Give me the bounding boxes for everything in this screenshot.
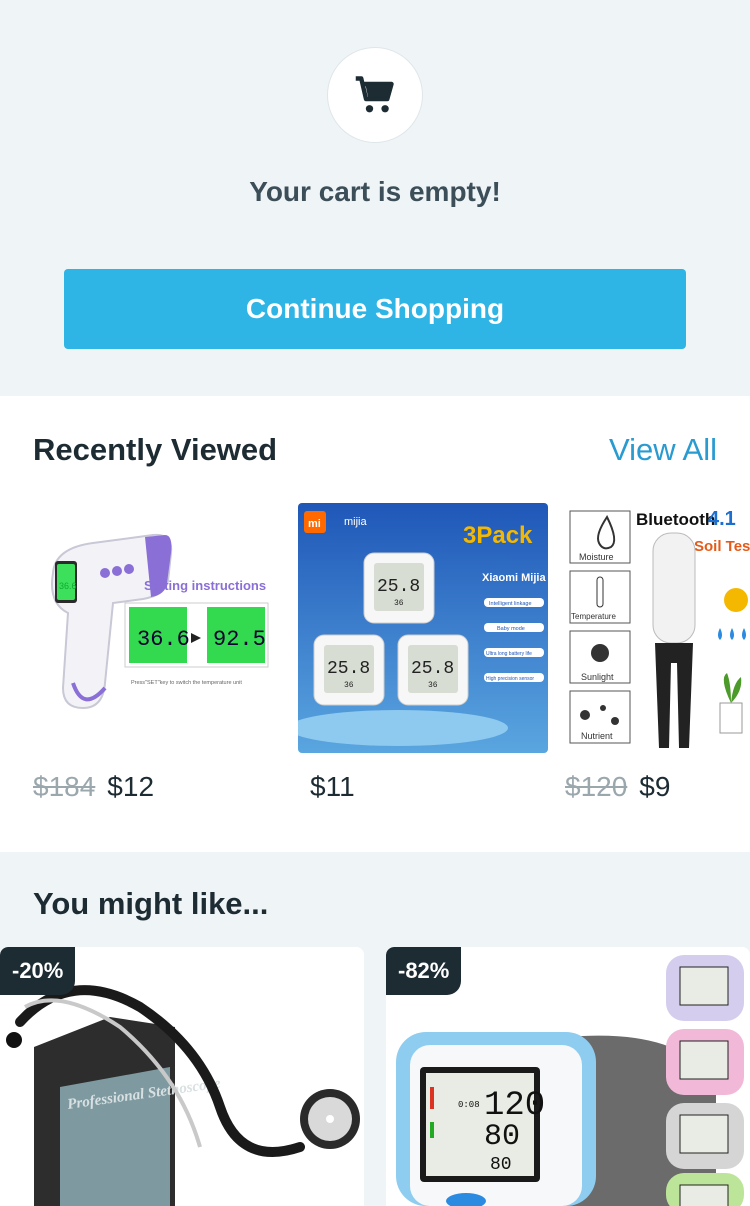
feature-pill: Ultra long battery life bbox=[486, 651, 532, 657]
original-price: $120 bbox=[565, 771, 628, 802]
empty-cart-section: Your cart is empty! Continue Shopping bbox=[0, 0, 750, 396]
hygrometer-humidity: 36 bbox=[428, 681, 438, 690]
bp-pulse-value: 80 bbox=[490, 1155, 512, 1175]
hygrometer-reading: 25.8 bbox=[411, 659, 454, 679]
recently-viewed-item[interactable]: 36.6 Setting instructions 36.6 92.5 Pres… bbox=[33, 503, 283, 802]
discount-badge: -82% bbox=[386, 947, 462, 995]
thermometer-footnote: Press"SET"key to switch the temperature … bbox=[131, 680, 242, 686]
sale-price: $11 bbox=[310, 771, 355, 802]
thermometer-reading-1: 36.6 bbox=[137, 627, 190, 652]
soil-label: Nutrient bbox=[581, 731, 613, 741]
thermometer-screen-text: 36.6 bbox=[59, 581, 77, 591]
hygrometer-reading: 25.8 bbox=[377, 577, 420, 597]
thermometer-reading-2: 92.5 bbox=[213, 627, 266, 652]
hygrometer-humidity: 36 bbox=[394, 599, 404, 608]
hygrometer-reading: 25.8 bbox=[327, 659, 370, 679]
recently-viewed-section: Recently Viewed View All 36.6 Setting in… bbox=[0, 396, 750, 852]
sale-price: $9 bbox=[639, 771, 671, 802]
hygrometer-humidity: 36 bbox=[344, 681, 354, 690]
feature-pill: Intelligent linkage bbox=[489, 601, 532, 607]
pack-badge: 3Pack bbox=[463, 522, 533, 549]
feature-pill: High precision sensor bbox=[486, 676, 534, 682]
thermometer-heading: Setting instructions bbox=[144, 578, 266, 593]
view-all-link[interactable]: View All bbox=[609, 432, 717, 468]
discount-badge: -20% bbox=[0, 947, 76, 995]
price-row: $11 bbox=[298, 771, 355, 803]
svg-text:mi: mi bbox=[308, 518, 321, 530]
recently-viewed-item[interactable]: Moisture Temperature Sunlight Nutrient B… bbox=[565, 503, 750, 802]
soil-version: 4.1 bbox=[708, 508, 736, 530]
soil-tester-product-image[interactable]: Moisture Temperature Sunlight Nutrient B… bbox=[565, 503, 750, 753]
price-row: $184 $12 bbox=[33, 771, 154, 803]
you-might-like-title: You might like... bbox=[33, 886, 269, 921]
soil-label: Sunlight bbox=[581, 672, 614, 682]
continue-shopping-button[interactable]: Continue Shopping bbox=[64, 269, 686, 349]
empty-cart-title: Your cart is empty! bbox=[249, 176, 501, 207]
product-card[interactable]: -20% Professional Stethoscope bbox=[0, 947, 364, 1206]
soil-heading: Bluetooth bbox=[636, 510, 715, 529]
recently-viewed-title: Recently Viewed bbox=[33, 432, 278, 467]
sale-price: $12 bbox=[107, 771, 155, 802]
feature-pill: Baby mode bbox=[497, 626, 525, 632]
thermometer-product-image[interactable]: 36.6 Setting instructions 36.6 92.5 Pres… bbox=[33, 503, 283, 753]
product-card[interactable]: -82% 120 80 80 0:08 bbox=[386, 947, 750, 1206]
mijia-brand: mijia bbox=[344, 516, 367, 528]
hygrometer-product-image[interactable]: mi mijia 3Pack Xiaomi Mijia Intelligent … bbox=[298, 503, 548, 753]
bp-dia-value: 80 bbox=[484, 1120, 520, 1154]
soil-subheading: Soil Test bbox=[694, 538, 750, 555]
bp-time-value: 0:08 bbox=[458, 1100, 480, 1110]
recently-viewed-item[interactable]: mi mijia 3Pack Xiaomi Mijia Intelligent … bbox=[298, 503, 548, 802]
original-price: $184 bbox=[33, 771, 96, 802]
cart-icon-circle bbox=[327, 47, 423, 143]
cart-icon bbox=[355, 76, 394, 113]
soil-label: Moisture bbox=[579, 552, 614, 562]
price-row: $120 $9 bbox=[565, 771, 670, 803]
soil-label: Temperature bbox=[571, 612, 616, 621]
hygrometer-product-name: Xiaomi Mijia bbox=[482, 572, 546, 584]
